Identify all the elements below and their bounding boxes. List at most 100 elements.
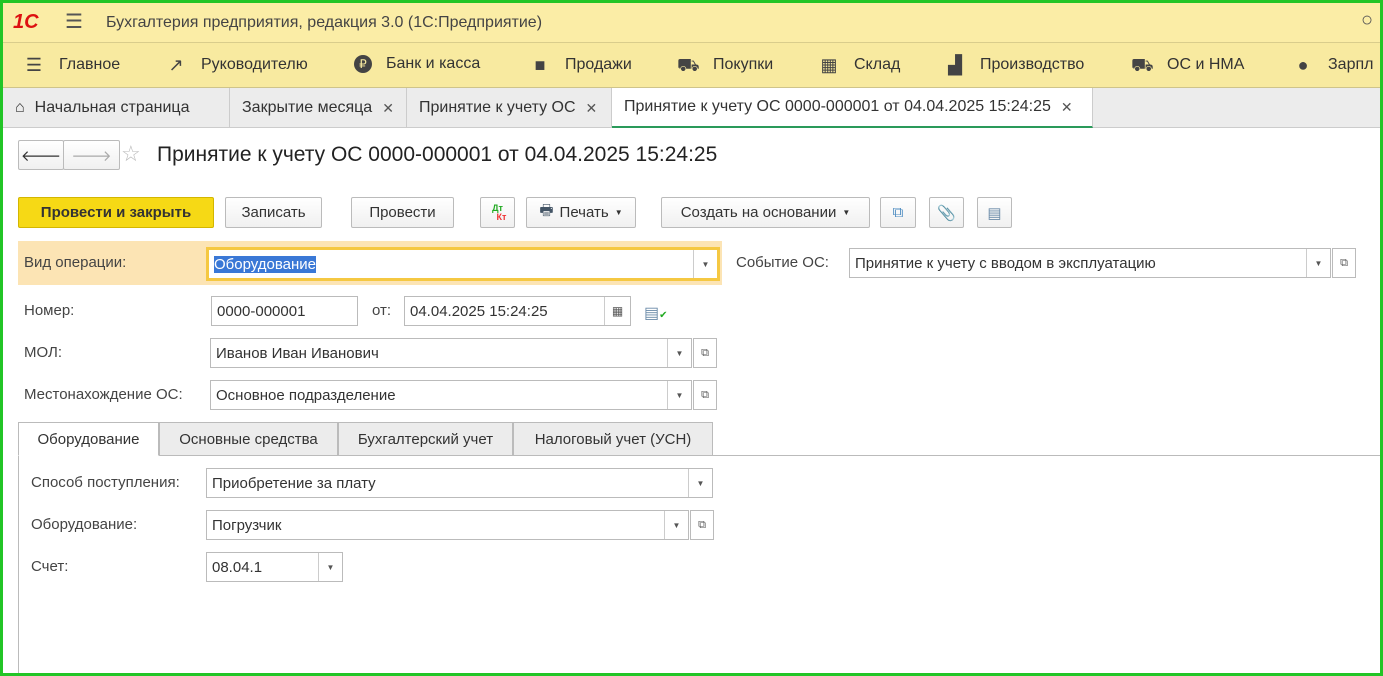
calendar-icon[interactable]: ▦: [604, 297, 630, 325]
tab-label: Принятие к учету ОС: [419, 99, 576, 116]
nav-label: Производство: [980, 56, 1085, 73]
tab-tax-usn[interactable]: Налоговый учет (УСН): [513, 422, 713, 456]
dropdown-arrow-icon[interactable]: ▼: [688, 469, 712, 497]
tab-os-document[interactable]: Принятие к учету ОС 0000-000001 от 04.04…: [612, 88, 1093, 128]
tab-equipment[interactable]: Оборудование: [18, 422, 159, 456]
nav-label: Главное: [59, 56, 121, 73]
cart-icon: ⛟: [677, 55, 700, 75]
tab-os-list[interactable]: Принятие к учету ОС ✕: [407, 88, 612, 128]
open-icon[interactable]: ⧉: [690, 510, 714, 540]
nav-label: Зарпл: [1328, 56, 1374, 73]
location-label: Местонахождение ОС:: [24, 386, 183, 403]
close-icon[interactable]: ✕: [382, 100, 394, 117]
list-icon[interactable]: ▤: [977, 197, 1012, 228]
close-icon[interactable]: ✕: [586, 100, 598, 117]
tab-label: Принятие к учету ОС 0000-000001 от 04.04…: [624, 98, 1051, 115]
nav-main[interactable]: ☰ Главное: [23, 55, 120, 75]
event-label: Событие ОС:: [736, 254, 829, 271]
star-icon[interactable]: ☆: [121, 141, 141, 167]
post-and-close-button[interactable]: Провести и закрыть: [18, 197, 214, 228]
tab-accounting[interactable]: Бухгалтерский учет: [338, 422, 513, 456]
open-tabs-bar: ⌂ Начальная страница Закрытие месяца ✕ При…: [3, 88, 1380, 128]
dropdown-arrow-icon[interactable]: ▼: [667, 339, 691, 367]
tab-month-close[interactable]: Закрытие месяца ✕: [230, 88, 407, 128]
back-button[interactable]: 🡐: [18, 140, 64, 170]
nav-label: Продажи: [565, 56, 632, 73]
nav-purchases[interactable]: ⛟ Покупки: [677, 55, 773, 75]
forward-button[interactable]: 🡒: [63, 140, 120, 170]
tab-label: Начальная страница: [34, 99, 190, 116]
tab-label: Закрытие месяца: [242, 99, 373, 116]
dropdown-arrow-icon[interactable]: ▼: [693, 250, 717, 278]
location-field[interactable]: Основное подразделение ▼: [210, 380, 692, 410]
account-field[interactable]: 08.04.1 ▼: [206, 552, 343, 582]
open-icon[interactable]: ⧉: [693, 338, 717, 368]
factory-icon: ▟: [948, 55, 962, 75]
chevron-down-icon: ▼: [614, 208, 623, 217]
post-button[interactable]: Провести: [351, 197, 454, 228]
receipt-method-value: Приобретение за плату: [212, 474, 376, 492]
tab-panel-left: [18, 455, 19, 673]
number-value: 0000-000001: [217, 302, 306, 320]
equipment-label: Оборудование:: [31, 516, 138, 533]
nav-warehouse[interactable]: ▦ Склад: [818, 55, 900, 75]
truck-icon: ⛟: [1131, 55, 1154, 75]
main-menu-icon[interactable]: ☰: [65, 9, 83, 34]
menu-icon: ☰: [25, 55, 43, 75]
kt-label: Кт: [496, 211, 507, 222]
dropdown-arrow-icon[interactable]: ▼: [318, 553, 342, 581]
nav-label: Покупки: [713, 56, 774, 73]
operation-type-value: Оборудование: [214, 255, 317, 273]
dt-kt-button[interactable]: Дт Кт: [480, 197, 515, 228]
date-from-label: от:: [372, 302, 392, 319]
1c-logo: 1С: [13, 11, 39, 33]
ruble-icon: ₽: [354, 55, 372, 73]
event-value: Принятие к учету с вводом в эксплуатацию: [855, 254, 1156, 272]
page-title: Принятие к учету ОС 0000-000001 от 04.04…: [157, 143, 718, 166]
mol-field[interactable]: Иванов Иван Иванович ▼: [210, 338, 692, 368]
check-number-icon[interactable]: ▤✔: [644, 303, 668, 323]
dropdown-arrow-icon[interactable]: ▼: [664, 511, 688, 539]
nav-fixed-assets[interactable]: ⛟ ОС и НМА: [1131, 55, 1244, 75]
number-field[interactable]: 0000-000001: [211, 296, 358, 326]
close-icon[interactable]: ✕: [1061, 99, 1073, 116]
nav-sales[interactable]: ■ Продажи: [529, 55, 632, 75]
nav-manager[interactable]: ↗ Руководителю: [165, 55, 307, 75]
create-based-on-button[interactable]: Создать на основании ▼: [661, 197, 870, 228]
operation-type-field[interactable]: Оборудование ▼: [206, 247, 720, 281]
printer-icon: 🖶: [539, 202, 554, 219]
open-icon[interactable]: ⧉: [1332, 248, 1356, 278]
receipt-method-field[interactable]: Приобретение за плату ▼: [206, 468, 713, 498]
paperclip-icon[interactable]: 📎: [929, 197, 964, 228]
nav-bank[interactable]: ₽ Банк и касса: [354, 55, 480, 73]
mol-label: МОЛ:: [24, 344, 63, 361]
operation-type-label: Вид операции:: [24, 254, 127, 271]
nav-salary[interactable]: ● Зарпл: [1292, 55, 1374, 75]
nav-production[interactable]: ▟ Производство: [944, 55, 1084, 75]
equipment-value: Погрузчик: [212, 516, 282, 534]
mol-value: Иванов Иван Иванович: [216, 344, 379, 362]
structure-icon[interactable]: ⧉: [880, 197, 916, 228]
number-label: Номер:: [24, 302, 75, 319]
chevron-down-icon: ▼: [842, 208, 851, 217]
tab-fixed-assets[interactable]: Основные средства: [159, 422, 338, 456]
nav-label: Склад: [854, 56, 901, 73]
account-label: Счет:: [31, 558, 69, 575]
save-button[interactable]: Записать: [225, 197, 322, 228]
person-icon: ●: [1297, 55, 1309, 75]
receipt-method-label: Способ поступления:: [31, 474, 180, 491]
account-value: 08.04.1: [212, 558, 263, 576]
dropdown-arrow-icon[interactable]: ▼: [1306, 249, 1330, 277]
tab-home[interactable]: ⌂ Начальная страница: [3, 88, 230, 128]
event-field[interactable]: Принятие к учету с вводом в эксплуатацию…: [849, 248, 1331, 278]
nav-label: Банк и касса: [386, 55, 481, 72]
title-bar: 1С ☰ Бухгалтерия предприятия, редакция 3…: [3, 3, 1380, 43]
dropdown-arrow-icon[interactable]: ▼: [667, 381, 691, 409]
nav-label: ОС и НМА: [1167, 56, 1245, 73]
search-icon[interactable]: ○: [1361, 9, 1373, 32]
print-button[interactable]: 🖶 Печать ▼: [526, 197, 636, 228]
section-bar: ☰ Главное ↗ Руководителю ₽ Банк и касса ■ Пр…: [3, 43, 1380, 88]
date-field[interactable]: 04.04.2025 15:24:25 ▦: [404, 296, 631, 326]
open-icon[interactable]: ⧉: [693, 380, 717, 410]
equipment-field[interactable]: Погрузчик ▼: [206, 510, 689, 540]
